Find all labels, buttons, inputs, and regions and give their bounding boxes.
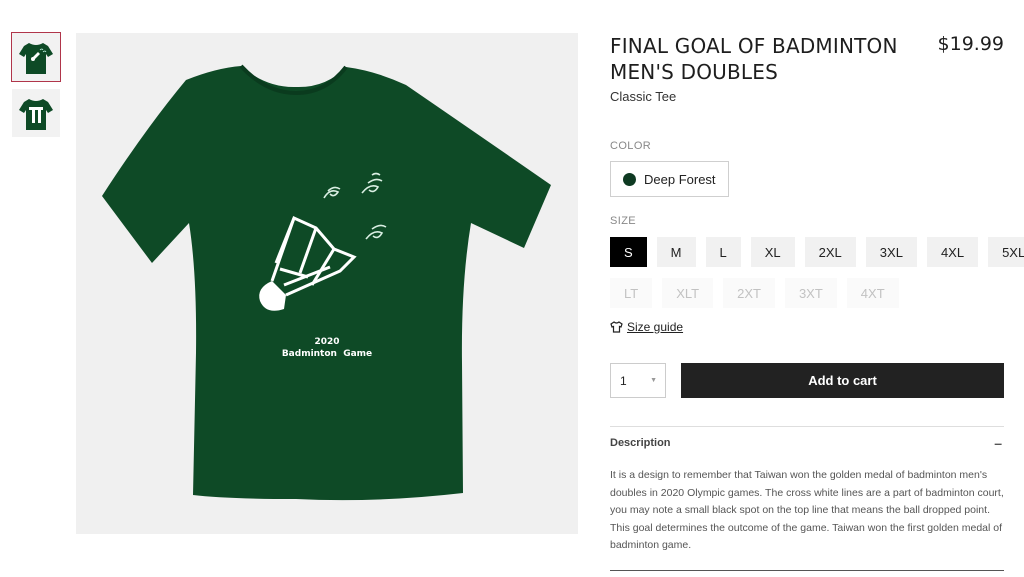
description-header[interactable]: Description – [610, 435, 1004, 451]
quantity-value: 1 [620, 373, 627, 388]
color-option-label: Deep Forest [644, 171, 716, 187]
tshirt-front-thumb-icon [19, 99, 53, 130]
quantity-select[interactable]: 1 ▼ [610, 363, 666, 398]
color-label: COLOR [610, 140, 652, 152]
add-to-cart-button[interactable]: Add to cart [681, 363, 1004, 398]
color-option-deep-forest[interactable]: Deep Forest [610, 161, 729, 197]
size-option-2xt: 2XT [723, 278, 775, 308]
product-title: FINAL GOAL OF BADMINTON MEN'S DOUBLES [610, 34, 898, 84]
tshirt-icon [610, 321, 623, 333]
divider [610, 570, 1004, 571]
product-image[interactable]: 2020 Badminton Game [76, 33, 578, 534]
tshirt-back-thumb-icon [19, 43, 53, 74]
tshirt-image [102, 64, 551, 501]
product-info: FINAL GOAL OF BADMINTON MEN'S DOUBLES $1… [610, 33, 1024, 571]
size-option-2xl[interactable]: 2XL [804, 237, 856, 267]
divider [610, 426, 1004, 427]
size-option-3xl[interactable]: 3XL [865, 237, 917, 267]
size-option-3xt: 3XT [784, 278, 837, 308]
description-heading: Description [610, 437, 671, 449]
print-year: 2020 [314, 337, 340, 347]
size-option-4xt: 4XT [846, 278, 899, 308]
size-guide-link[interactable]: Size guide [610, 320, 683, 334]
product-price: $19.99 [937, 33, 1004, 55]
product-subtitle: Classic Tee [610, 89, 677, 104]
size-options-row-1: S M L XL 2XL 3XL 4XL 5XL [610, 237, 1024, 267]
color-swatch [623, 172, 636, 186]
size-option-m[interactable]: M [656, 237, 696, 267]
size-option-4xl[interactable]: 4XL [926, 237, 979, 267]
collapse-icon[interactable]: – [994, 435, 1002, 451]
size-option-l[interactable]: L [705, 237, 741, 267]
description-text: It is a design to remember that Taiwan w… [610, 469, 1004, 552]
size-guide-label: Size guide [627, 320, 684, 334]
size-options-row-2: LT XLT 2XT 3XT 4XT [610, 278, 899, 308]
size-option-lt: LT [610, 278, 653, 308]
thumbnail-gallery [11, 32, 61, 145]
thumbnail-back-view[interactable] [11, 32, 61, 82]
thumbnail-front-view[interactable] [12, 89, 60, 137]
size-label: SIZE [610, 215, 637, 227]
size-option-xlt: XLT [662, 278, 714, 308]
print-title: Badminton Game [281, 349, 373, 359]
size-option-s[interactable]: S [610, 237, 647, 267]
size-option-5xl[interactable]: 5XL [988, 237, 1024, 267]
chevron-down-icon: ▼ [650, 377, 657, 384]
size-option-xl[interactable]: XL [750, 237, 795, 267]
